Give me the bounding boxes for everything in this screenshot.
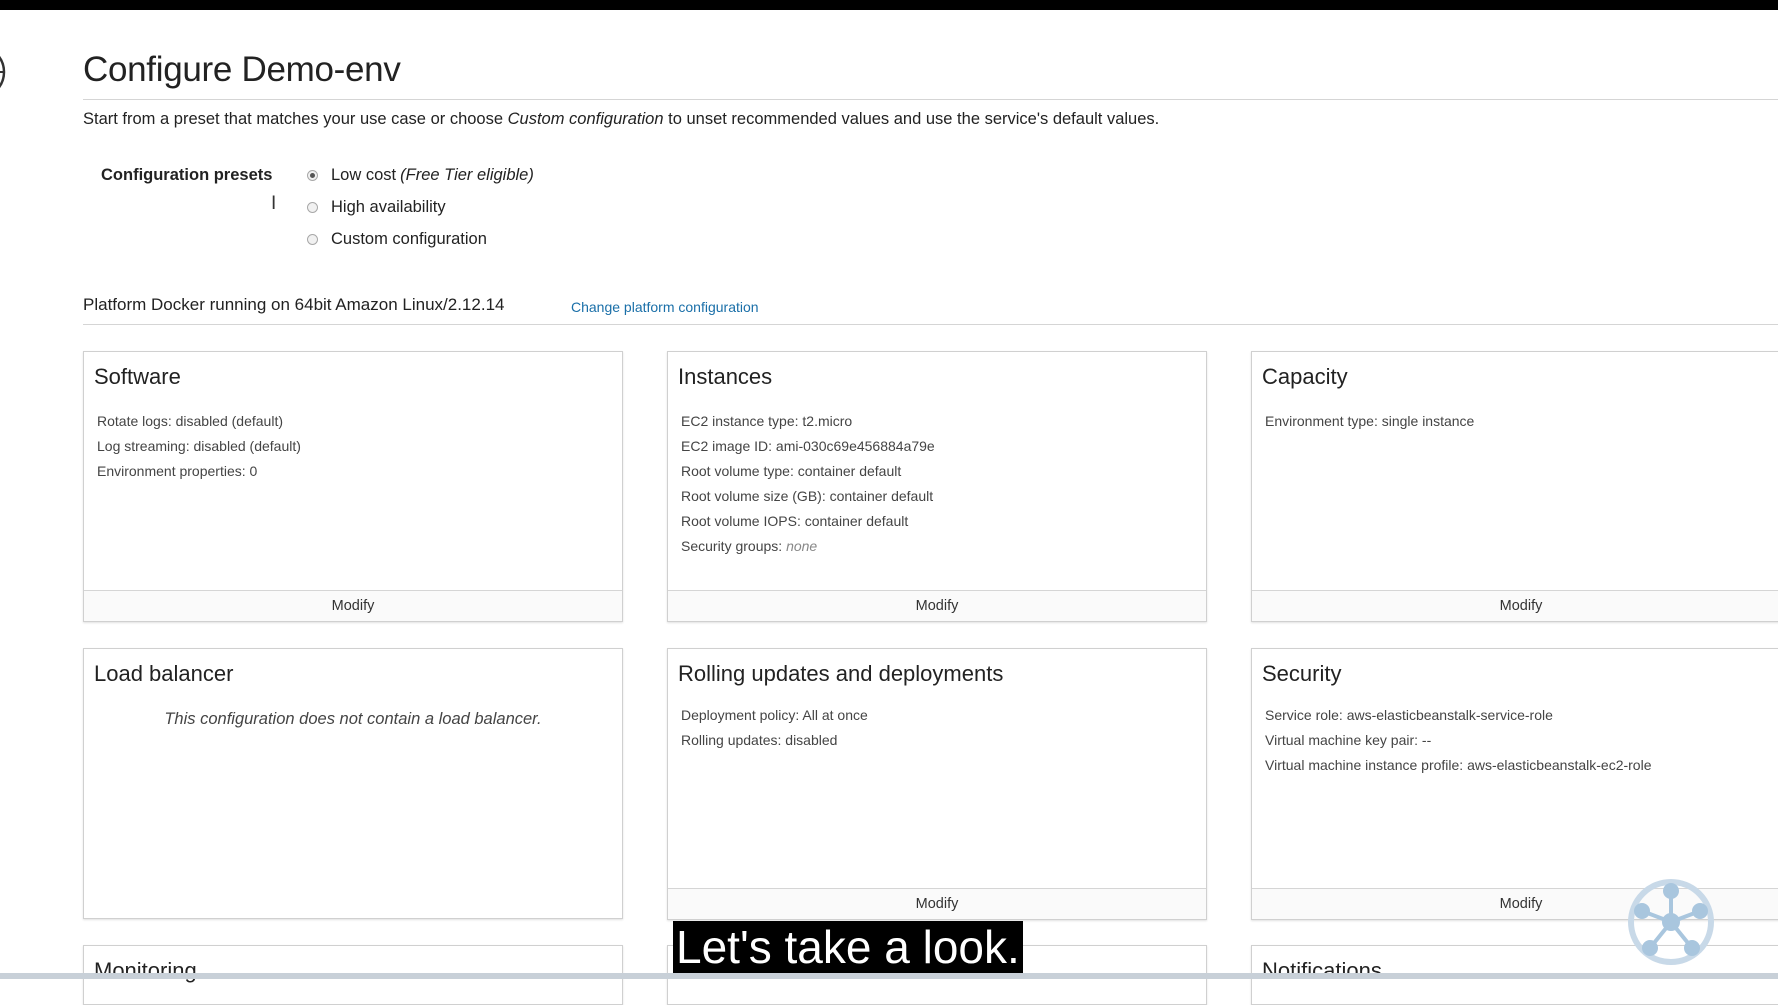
card-title: Software xyxy=(94,364,181,389)
instances-card: Instances EC2 instance type: t2.micro EC… xyxy=(667,351,1207,622)
capacity-modify-button[interactable]: Modify xyxy=(1252,590,1778,621)
video-top-bar xyxy=(0,0,1778,10)
text-cursor-icon: I xyxy=(271,193,277,214)
card-title: Security xyxy=(1262,661,1342,686)
load-balancer-card: Load balancer This configuration does no… xyxy=(83,648,623,919)
preset-label: High availability xyxy=(331,198,446,216)
change-platform-link[interactable]: Change platform configuration xyxy=(571,299,759,315)
presets-label: Configuration presets xyxy=(101,166,273,184)
globe-icon xyxy=(0,55,6,89)
detail-line: Rotate logs: disabled (default) xyxy=(97,413,283,429)
detail-line: Root volume size (GB): container default xyxy=(681,488,934,504)
security-groups-value: none xyxy=(786,538,818,554)
intro-text: Start from a preset that matches your us… xyxy=(83,110,1160,128)
detail-line: Environment type: single instance xyxy=(1265,413,1475,429)
detail-line: Deployment policy: All at once xyxy=(681,707,868,723)
detail-line: Root volume IOPS: container default xyxy=(681,513,909,529)
detail-line: Log streaming: disabled (default) xyxy=(97,438,301,454)
video-bottom-strip xyxy=(0,973,1778,979)
detail-line: Virtual machine key pair: -- xyxy=(1265,732,1432,748)
video-subtitle: Let's take a look. xyxy=(673,921,1023,973)
preset-label: Custom configuration xyxy=(331,230,487,248)
page-title: Configure Demo-env xyxy=(83,50,401,89)
detail-line: Service role: aws-elasticbeanstalk-servi… xyxy=(1265,707,1553,723)
detail-line: Virtual machine instance profile: aws-el… xyxy=(1265,757,1652,773)
card-title: Capacity xyxy=(1262,364,1348,389)
card-details: Environment type: single instance xyxy=(1265,409,1474,434)
card-title: Rolling updates and deployments xyxy=(678,661,1004,686)
preset-label: Low cost xyxy=(331,166,397,184)
preset-option-high-availability[interactable]: High availability xyxy=(307,198,446,217)
card-details: EC2 instance type: t2.micro EC2 image ID… xyxy=(681,409,935,559)
card-title: Load balancer xyxy=(94,661,234,686)
radio-button[interactable] xyxy=(307,234,318,245)
software-modify-button[interactable]: Modify xyxy=(84,590,622,621)
intro-emphasis: Custom configuration xyxy=(507,110,664,128)
card-details: Service role: aws-elasticbeanstalk-servi… xyxy=(1265,703,1651,778)
preset-option-custom[interactable]: Custom configuration xyxy=(307,230,487,249)
rolling-updates-card: Rolling updates and deployments Deployme… xyxy=(667,648,1207,920)
software-card: Software Rotate logs: disabled (default)… xyxy=(83,351,623,622)
detail-line: EC2 instance type: t2.micro xyxy=(681,413,853,429)
card-title: Notifications xyxy=(1262,958,1382,983)
capacity-card: Capacity Environment type: single instan… xyxy=(1251,351,1778,622)
platform-divider xyxy=(83,324,1778,325)
detail-line: Rolling updates: disabled xyxy=(681,732,838,748)
preset-note: (Free Tier eligible) xyxy=(400,166,534,184)
preset-option-low-cost[interactable]: Low cost (Free Tier eligible) xyxy=(307,166,534,185)
card-title: Instances xyxy=(678,364,773,389)
rolling-modify-button[interactable]: Modify xyxy=(668,888,1206,919)
radio-button-selected[interactable] xyxy=(307,170,318,181)
card-title: Monitoring xyxy=(94,958,197,983)
radio-button[interactable] xyxy=(307,202,318,213)
detail-line: Root volume type: container default xyxy=(681,463,902,479)
detail-line: Environment properties: 0 xyxy=(97,463,258,479)
card-details: Deployment policy: All at once Rolling u… xyxy=(681,703,868,753)
title-divider xyxy=(83,99,1778,100)
detail-line: Security groups: none xyxy=(681,538,818,554)
card-details: Rotate logs: disabled (default) Log stre… xyxy=(97,409,301,484)
detail-line: EC2 image ID: ami-030c69e456884a79e xyxy=(681,438,935,454)
network-logo-icon xyxy=(1628,879,1714,965)
platform-text: Platform Docker running on 64bit Amazon … xyxy=(83,295,505,314)
load-balancer-note: This configuration does not contain a lo… xyxy=(164,710,542,728)
instances-modify-button[interactable]: Modify xyxy=(668,590,1206,621)
